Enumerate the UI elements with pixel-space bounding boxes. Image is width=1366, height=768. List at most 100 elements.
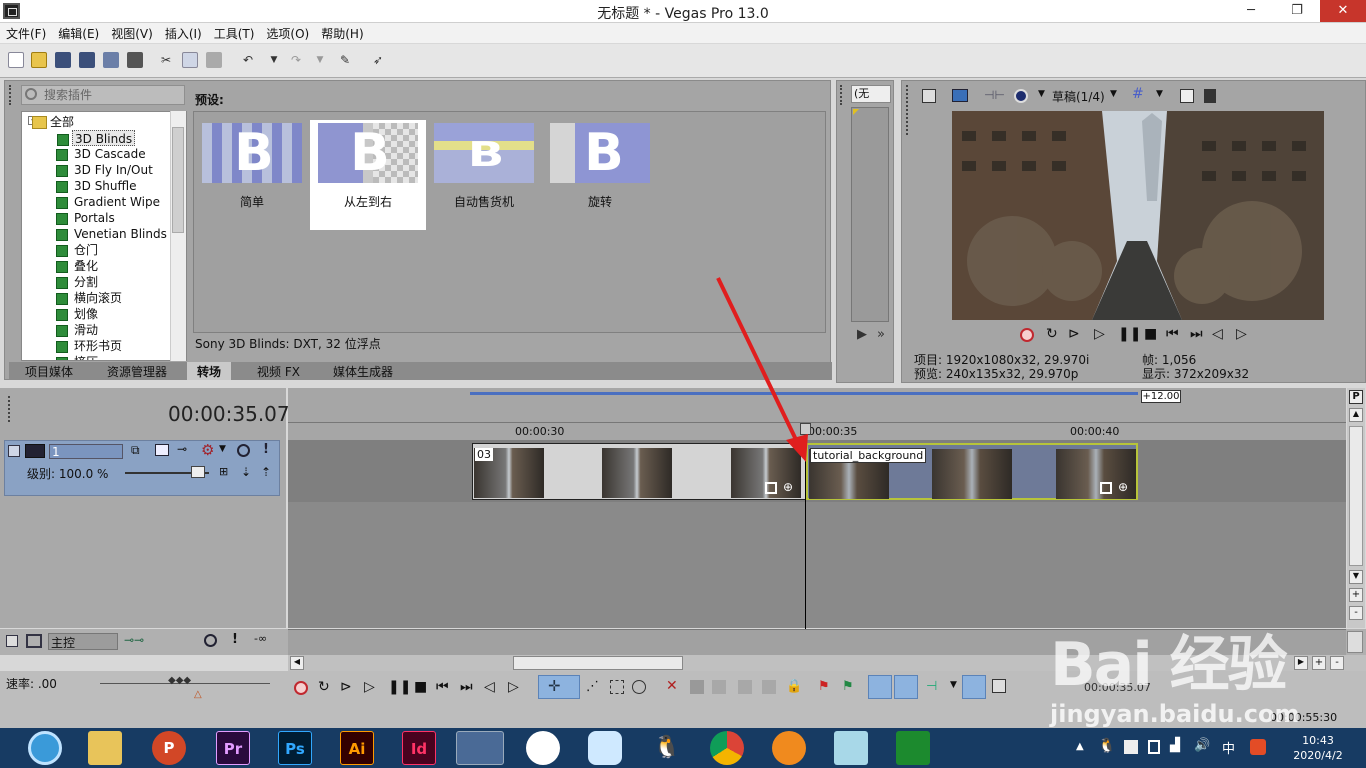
whats-this-icon[interactable]: ➶ bbox=[370, 52, 386, 68]
event-pan-crop-icon[interactable] bbox=[1100, 482, 1112, 494]
tab-project-media[interactable]: 项目媒体 bbox=[15, 362, 83, 380]
selection-tool-icon[interactable] bbox=[610, 680, 624, 694]
save-icon[interactable] bbox=[55, 52, 71, 68]
trimmer-play-icon[interactable]: ▶ bbox=[857, 327, 867, 342]
track-name-field[interactable]: 1 bbox=[49, 444, 123, 459]
save-as-icon[interactable] bbox=[79, 52, 95, 68]
tree-item-split[interactable]: 分割 bbox=[55, 274, 100, 290]
trim-end-icon[interactable] bbox=[738, 680, 752, 694]
master-scroll-icon[interactable] bbox=[1347, 631, 1363, 653]
new-file-icon[interactable] bbox=[8, 52, 24, 68]
timeline-play-icon[interactable]: ▷ bbox=[364, 679, 375, 695]
chrome-icon[interactable] bbox=[710, 731, 744, 765]
copy-icon[interactable] bbox=[182, 52, 198, 68]
undo-icon[interactable]: ↶ bbox=[240, 52, 256, 68]
overlays-icon[interactable] bbox=[1014, 89, 1028, 103]
tray-volume-icon[interactable]: 🔊 bbox=[1194, 738, 1210, 753]
event-fx-icon[interactable]: ⊕ bbox=[783, 480, 793, 494]
timeline-stop-icon[interactable]: ■ bbox=[414, 679, 427, 695]
delete-icon[interactable]: ✕ bbox=[666, 678, 678, 694]
tree-item-3d-shuffle[interactable]: 3D Shuffle bbox=[56, 178, 139, 194]
auto-crossfade-button[interactable] bbox=[894, 675, 918, 699]
timecode-display[interactable]: 00:00:35.07 bbox=[168, 402, 290, 426]
compositing-icon[interactable] bbox=[155, 444, 169, 456]
tab-video-fx[interactable]: 视频 FX bbox=[247, 362, 310, 380]
premiere-icon[interactable]: Pr bbox=[216, 731, 250, 765]
tree-item-squeeze[interactable]: 挤压 bbox=[55, 354, 100, 360]
grid-dropdown-icon[interactable]: ▼ bbox=[1156, 89, 1163, 99]
master-solo-icon[interactable]: ! bbox=[232, 632, 238, 647]
envelope-tool-icon[interactable]: ⋰ bbox=[586, 679, 599, 694]
browser-icon[interactable] bbox=[28, 731, 62, 765]
split-icon[interactable] bbox=[762, 680, 776, 694]
insert-region-icon[interactable]: ⚑ bbox=[842, 679, 854, 694]
loop-icon[interactable]: ↻ bbox=[1046, 326, 1058, 342]
tab-transitions[interactable]: 转场 bbox=[187, 362, 232, 380]
tray-ime-icon[interactable]: 中 bbox=[1222, 738, 1235, 757]
track-settings-icon[interactable]: ⚙ bbox=[201, 441, 214, 459]
timeline-pause-icon[interactable]: ❚❚ bbox=[388, 679, 411, 695]
video-clip-tutorial-background[interactable]: tutorial_background ⊕ bbox=[806, 443, 1138, 500]
preset-simple[interactable]: B 简单 bbox=[194, 120, 310, 230]
zoom-in-track-icon[interactable]: + bbox=[1349, 588, 1363, 602]
notes-app-icon[interactable] bbox=[834, 731, 868, 765]
event-pan-crop-icon[interactable] bbox=[765, 482, 777, 494]
trimmer-area[interactable] bbox=[851, 107, 889, 322]
next-frame-icon[interactable]: ▷ bbox=[1236, 326, 1247, 342]
tray-sogou-icon[interactable] bbox=[1250, 739, 1266, 755]
scroll-up-icon[interactable]: ▲ bbox=[1349, 408, 1363, 422]
tree-item-barn-door[interactable]: 仓门 bbox=[55, 242, 100, 258]
file-explorer-icon[interactable] bbox=[88, 731, 122, 765]
photoshop-icon[interactable]: Ps bbox=[278, 731, 312, 765]
event-fx-icon[interactable]: ⊕ bbox=[1118, 480, 1128, 494]
preset-left-to-right[interactable]: B 从左到右 bbox=[310, 120, 426, 230]
plugin-search-input[interactable]: 搜索插件 bbox=[21, 85, 185, 105]
menu-tools[interactable]: 工具(T) bbox=[208, 23, 261, 44]
tree-item-slide[interactable]: 滑动 bbox=[55, 322, 100, 338]
render-icon[interactable] bbox=[103, 52, 119, 68]
ripple-edit-icon[interactable]: ⊣ bbox=[926, 679, 937, 694]
qq-icon[interactable]: 🐧 bbox=[650, 731, 684, 765]
vegas-taskbar-icon[interactable] bbox=[456, 731, 504, 765]
empty-track-area[interactable] bbox=[288, 502, 1346, 628]
green-app-icon[interactable] bbox=[896, 731, 930, 765]
tree-item-all[interactable]: 全部 bbox=[31, 114, 76, 130]
tree-scrollbar-thumb[interactable] bbox=[172, 127, 184, 233]
menu-edit[interactable]: 编辑(E) bbox=[52, 23, 105, 44]
play-from-start-icon[interactable]: ⊳ bbox=[1068, 326, 1080, 342]
timeline-prev-frame-icon[interactable]: ◁ bbox=[484, 679, 495, 695]
menu-insert[interactable]: 插入(I) bbox=[159, 23, 208, 44]
quality-dropdown-icon[interactable]: ▼ bbox=[1110, 89, 1117, 99]
stop-icon[interactable]: ■ bbox=[1144, 326, 1157, 342]
umbrella-app-icon[interactable] bbox=[526, 731, 560, 765]
tray-flag-icon[interactable] bbox=[1124, 740, 1138, 754]
timeline-record-icon[interactable] bbox=[294, 681, 308, 695]
level-slider-handle[interactable] bbox=[191, 466, 205, 478]
record-icon[interactable] bbox=[1020, 328, 1034, 342]
tree-item-iris[interactable]: 划像 bbox=[55, 306, 100, 322]
insert-marker-icon[interactable]: ⚑ bbox=[818, 679, 830, 694]
trim-start-icon[interactable] bbox=[712, 680, 726, 694]
pause-icon[interactable]: ❚❚ bbox=[1118, 326, 1141, 342]
tray-expand-icon[interactable]: ▲ bbox=[1076, 741, 1084, 752]
trim-icon[interactable] bbox=[690, 680, 704, 694]
timeline-end-icon[interactable]: ⏭ bbox=[460, 679, 473, 695]
track-expand-icon[interactable]: ⊞ bbox=[219, 465, 228, 478]
tree-item-3d-fly[interactable]: 3D Fly In/Out bbox=[56, 162, 155, 178]
copy-snapshot-icon[interactable] bbox=[1180, 89, 1194, 103]
track-fx-icon[interactable]: ⊸ bbox=[177, 442, 187, 456]
tray-qq-icon[interactable]: 🐧 bbox=[1098, 738, 1115, 754]
indesign-icon[interactable]: Id bbox=[402, 731, 436, 765]
minimize-button[interactable]: ─ bbox=[1228, 0, 1274, 22]
paste-icon[interactable] bbox=[206, 52, 222, 68]
illustrator-icon[interactable]: Ai bbox=[340, 731, 374, 765]
tray-network-icon[interactable]: ▟ bbox=[1170, 738, 1180, 753]
track-motion-icon[interactable]: ⧉ bbox=[131, 443, 140, 458]
preview-properties-icon[interactable] bbox=[922, 89, 936, 103]
mute-icon[interactable] bbox=[237, 444, 250, 457]
master-fx-icon[interactable]: ⊸⊸ bbox=[124, 633, 144, 647]
undo-dropdown-icon[interactable]: ▼ bbox=[266, 52, 282, 68]
edit-tool-icon[interactable]: ✎ bbox=[337, 52, 353, 68]
tree-item-venetian-blinds[interactable]: Venetian Blinds bbox=[56, 226, 169, 242]
overlays-dropdown-icon[interactable]: ▼ bbox=[1038, 89, 1045, 99]
